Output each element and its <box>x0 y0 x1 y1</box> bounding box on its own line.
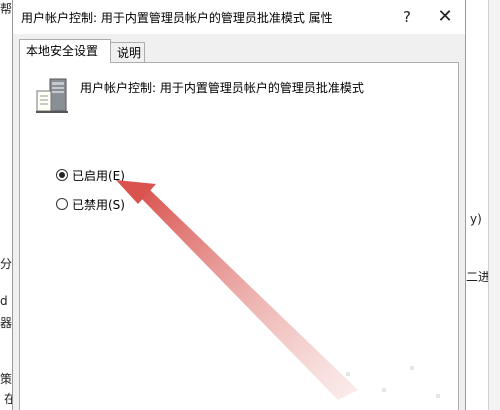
sparkle-mark <box>382 388 386 392</box>
close-button[interactable]: ✕ <box>433 6 457 28</box>
tab-panel: 用户帐户控制: 用于内置管理员帐户的管理员批准模式 已启用(E) 已禁用(S) <box>19 62 459 410</box>
server-policy-icon <box>36 78 68 113</box>
background-text: y) <box>470 212 482 226</box>
background-text: 分 <box>0 257 13 271</box>
tab-explain[interactable]: 说明 <box>111 42 145 62</box>
policy-name: 用户帐户控制: 用于内置管理员帐户的管理员批准模式 <box>80 81 364 95</box>
background-text: 帮 <box>0 2 13 16</box>
disabled-label: 已禁用(S) <box>72 197 125 212</box>
sparkle-mark <box>346 372 350 376</box>
background-window-edge <box>488 0 500 410</box>
background-text: d <box>0 294 8 308</box>
radio-selected-dot <box>59 172 65 178</box>
help-button[interactable]: ? <box>397 8 417 26</box>
properties-dialog: 用户帐户控制: 用于内置管理员帐户的管理员批准模式 属性 ? ✕ 本地安全设置 … <box>12 0 466 410</box>
disabled-radio[interactable] <box>56 198 68 210</box>
enabled-option[interactable]: 已启用(E) <box>56 166 125 184</box>
disabled-option[interactable]: 已禁用(S) <box>56 195 125 213</box>
screen: 帮 y) 分 二进制 d 器 策 在 用户帐户控制: 用于内置管理员帐户的管理员… <box>0 0 500 410</box>
sparkle-mark <box>436 394 440 398</box>
tab-local-security-setting[interactable]: 本地安全设置 <box>19 39 111 63</box>
title-bar[interactable]: 用户帐户控制: 用于内置管理员帐户的管理员批准模式 属性 ? ✕ <box>13 0 465 34</box>
background-text: 器 <box>0 316 13 330</box>
enabled-label: 已启用(E) <box>72 168 125 183</box>
background-text: 策 <box>0 372 13 386</box>
sparkle-mark <box>410 366 414 370</box>
dialog-title: 用户帐户控制: 用于内置管理员帐户的管理员批准模式 属性 <box>21 11 333 25</box>
enabled-radio[interactable] <box>56 169 68 181</box>
